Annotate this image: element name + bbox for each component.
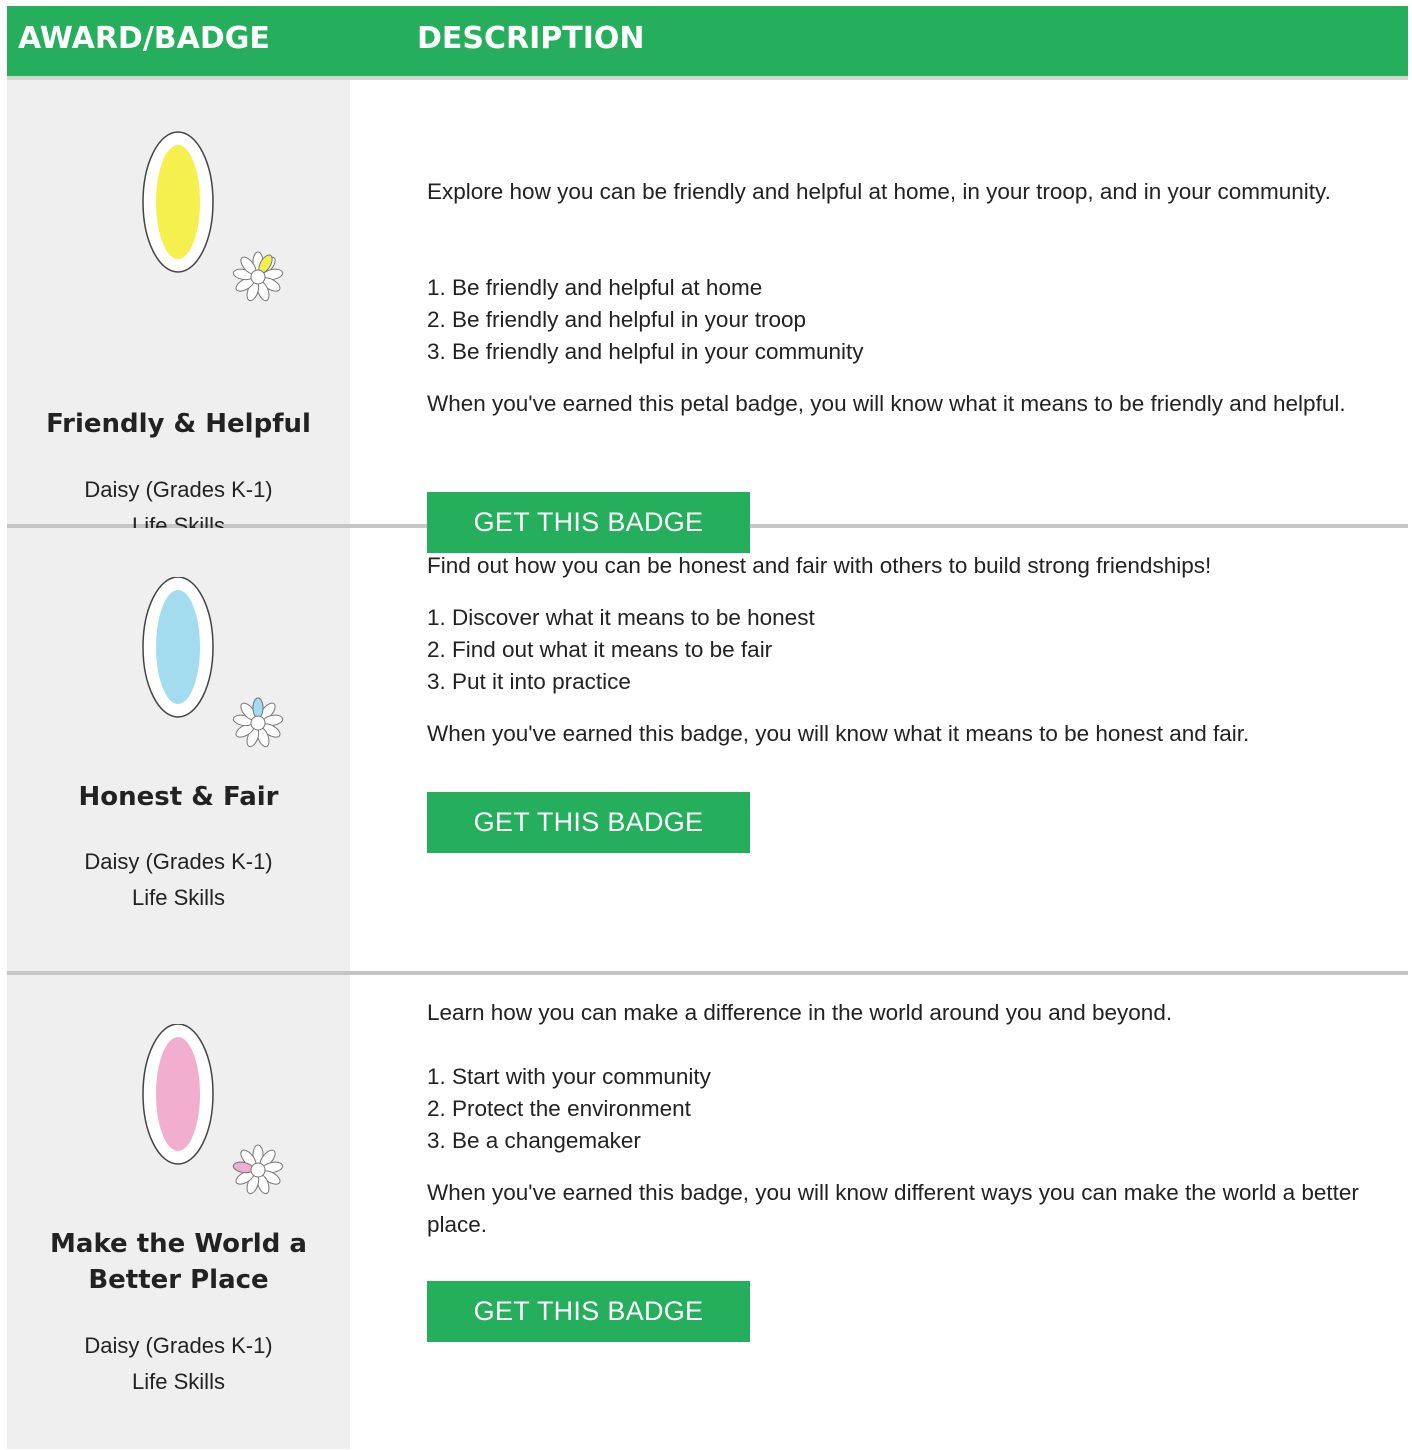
badge-step: 1. Start with your community (427, 1064, 711, 1089)
badge-summary-cell: Friendly & Helpful Daisy (Grades K-1) Li… (7, 80, 350, 538)
badge-row: Make the World a Better Place Daisy (Gra… (7, 975, 1408, 1449)
badge-category: Life Skills (132, 1369, 225, 1394)
badge-title: Honest & Fair (78, 782, 279, 812)
badge-step: 3. Be a changemaker (427, 1128, 641, 1153)
badge-step: 2. Protect the environment (427, 1096, 691, 1121)
badge-level: Daisy (Grades K-1) (84, 849, 273, 874)
pink-petal-icon (142, 1024, 284, 1195)
badge-table: AWARD/BADGE DESCRIPTION Friendly & Helpf… (7, 6, 1408, 1449)
badge-step: 2. Find out what it means to be fair (427, 637, 773, 662)
get-this-badge-button[interactable]: GET THIS BADGE (427, 1281, 750, 1342)
badge-steps-list: 1. Start with your community 2. Protect … (427, 1061, 1387, 1157)
badge-outcome: When you've earned this badge, you will … (427, 721, 1250, 746)
badge-row: Honest & Fair Daisy (Grades K-1) Life Sk… (7, 528, 1408, 975)
badge-step: 3. Put it into practice (427, 669, 631, 694)
get-this-badge-button[interactable]: GET THIS BADGE (427, 792, 750, 853)
badge-intro: Find out how you can be honest and fair … (427, 553, 1212, 578)
badge-steps-list: 1. Be friendly and helpful at home 2. Be… (427, 272, 1387, 368)
blue-petal-icon (142, 577, 284, 748)
award-badge-column-header: AWARD/BADGE (18, 21, 270, 56)
daisy-flower-icon (232, 1144, 284, 1195)
badge-summary-cell: Honest & Fair Daisy (Grades K-1) Life Sk… (7, 528, 350, 971)
table-header: AWARD/BADGE DESCRIPTION (7, 6, 1408, 80)
badge-intro: Explore how you can be friendly and help… (427, 179, 1331, 204)
badge-step: 1. Discover what it means to be honest (427, 605, 815, 630)
daisy-flower-icon (232, 697, 284, 748)
badge-outcome: When you've earned this badge, you will … (427, 1180, 1359, 1237)
badge-steps-list: 1. Discover what it means to be honest 2… (427, 602, 1387, 698)
badge-step: 1. Be friendly and helpful at home (427, 275, 763, 300)
description-column-header: DESCRIPTION (417, 21, 645, 56)
badge-step: 3. Be friendly and helpful in your commu… (427, 339, 864, 364)
badge-step: 2. Be friendly and helpful in your troop (427, 307, 806, 332)
badge-title: Make the World a Better Place (50, 1229, 307, 1295)
badge-intro: Learn how you can make a difference in t… (427, 1000, 1173, 1025)
yellow-petal-icon (142, 131, 284, 302)
badge-row: Friendly & Helpful Daisy (Grades K-1) Li… (7, 80, 1408, 553)
badge-level: Daisy (Grades K-1) (84, 1333, 273, 1358)
badge-category: Life Skills (132, 885, 225, 910)
badge-level: Daisy (Grades K-1) (84, 477, 273, 502)
daisy-flower-icon (232, 251, 284, 302)
badge-outcome: When you've earned this petal badge, you… (427, 391, 1346, 416)
badge-title: Friendly & Helpful (46, 409, 311, 439)
badge-summary-cell: Make the World a Better Place Daisy (Gra… (7, 975, 350, 1449)
